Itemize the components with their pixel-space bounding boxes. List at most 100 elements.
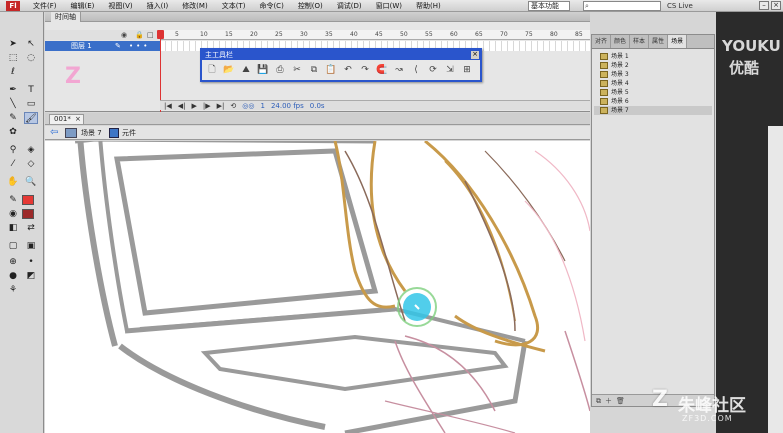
rectangle-tool-icon[interactable]: ▭ [24,98,38,110]
frame-rate[interactable]: 24.00 fps [271,102,304,110]
align-icon[interactable]: ⊞ [461,64,473,76]
playhead-handle[interactable] [157,30,164,39]
rotate-icon[interactable]: ⟳ [427,64,439,76]
main-toolbar-title[interactable]: 主工具栏 [202,50,480,60]
copy-icon[interactable]: ⧉ [308,64,320,76]
scene-list-item-selected[interactable]: 场景 7 [594,106,712,115]
play-icon[interactable]: ▶ [192,102,197,110]
duplicate-scene-icon[interactable]: ⧉ [596,395,601,406]
tab-align[interactable]: 对齐 [592,35,612,48]
prev-frame-icon[interactable]: ◀| [178,102,186,110]
document-tab-close-button[interactable]: × [75,115,81,124]
brush-shape-icon[interactable]: ● [6,270,20,282]
layer-state-dots[interactable]: ••• [129,41,150,51]
menu-file[interactable]: 文件(F) [26,0,64,12]
symbol-breadcrumb[interactable]: 元件 [122,127,136,139]
last-frame-icon[interactable]: ▶| [217,102,225,110]
document-tab-label[interactable]: 001* [54,115,71,123]
free-transform-tool-icon[interactable]: ⬚ [6,52,20,64]
paste-icon[interactable]: 📋 [325,64,337,76]
loop-icon[interactable]: ⟲ [230,102,236,110]
print-icon[interactable]: ⎙ [274,64,286,76]
scene-list-item[interactable]: 场景 2 [594,61,712,70]
tablet-pressure-icon[interactable]: ⚘ [6,284,20,296]
text-tool-icon[interactable]: T [24,84,38,96]
tab-color[interactable]: 颜色 [611,35,631,48]
add-scene-icon[interactable]: ＋ [605,395,612,406]
layer-row[interactable]: 图层 1 ✎ ••• [45,41,160,51]
help-search-input[interactable]: ⌕ [583,1,661,11]
lock-fill-icon[interactable]: ▣ [24,240,38,252]
tab-scene[interactable]: 场景 [668,35,688,48]
scene-list-item[interactable]: 场景 5 [594,88,712,97]
delete-scene-icon[interactable]: 🗑 [616,395,625,406]
pencil-tool-icon[interactable]: ✎ [6,112,20,124]
tab-properties[interactable]: 属性 [649,35,669,48]
stroke-color-swatch[interactable] [22,195,34,205]
black-white-icon[interactable]: ◧ [6,222,20,234]
object-drawing-icon[interactable]: ▢ [6,240,20,252]
scale-icon[interactable]: ⇲ [444,64,456,76]
menu-text[interactable]: 文本(T) [215,0,253,12]
menu-commands[interactable]: 命令(C) [252,0,290,12]
document-tab[interactable]: 001* × [49,114,84,125]
undo-icon[interactable]: ↶ [342,64,354,76]
menu-edit[interactable]: 编辑(E) [64,0,102,12]
line-tool-icon[interactable]: ╲ [6,98,20,110]
fill-color-swatch[interactable] [22,209,34,219]
outline-icon[interactable]: □ [147,30,154,40]
eyedropper-tool-icon[interactable]: ⁄ [6,158,20,170]
deco-tool-icon[interactable]: ✿ [6,126,20,138]
3d-rotation-tool-icon[interactable]: ◌ [24,52,38,64]
cut-icon[interactable]: ✂ [291,64,303,76]
lock-icon[interactable]: 🔒 [135,30,144,40]
minimize-button[interactable]: – [759,1,769,10]
redo-icon[interactable]: ↷ [359,64,371,76]
next-frame-icon[interactable]: |▶ [203,102,211,110]
bridge-icon[interactable]: ⛰ [240,64,252,76]
subselection-tool-icon[interactable]: ↖ [24,38,38,50]
scene-list-item[interactable]: 场景 3 [594,70,712,79]
eraser-tool-icon[interactable]: ◇ [24,158,38,170]
scene-list-item[interactable]: 场景 4 [594,79,712,88]
brush-mode-icon[interactable]: ◩ [24,270,38,282]
scene-list-item[interactable]: 场景 1 [594,52,712,61]
menu-help[interactable]: 帮助(H) [409,0,448,12]
save-icon[interactable]: 💾 [257,64,269,76]
tab-swatches[interactable]: 样本 [630,35,650,48]
current-frame[interactable]: 1 [260,102,264,110]
hand-tool-icon[interactable]: ✋ [6,176,20,188]
snap-icon[interactable]: ⊕ [6,256,20,268]
smooth-icon[interactable]: ↝ [393,64,405,76]
scene-list-item[interactable]: 场景 6 [594,97,712,106]
snap-magnet-icon[interactable]: 🧲 [376,64,388,76]
timeline-tab-label[interactable]: 时间轴 [51,12,81,22]
cs-live-button[interactable]: CS Live [667,0,693,12]
menu-window[interactable]: 窗口(W) [369,0,409,12]
layer-name[interactable]: 图层 1 [71,41,92,51]
menu-control[interactable]: 控制(O) [291,0,330,12]
main-toolbar-window[interactable]: 主工具栏 × 🗋 📂 ⛰ 💾 ⎙ ✂ ⧉ 📋 ↶ ↷ 🧲 ↝ ⟨ ⟳ ⇲ ⊞ [200,48,482,82]
menu-view[interactable]: 视图(V) [101,0,139,12]
onion-skin-icon[interactable]: ◎◎ [242,102,254,110]
main-toolbar-close-button[interactable]: × [471,51,479,59]
eye-icon[interactable]: ◉ [121,30,127,40]
stage-canvas[interactable] [45,141,590,433]
straighten-icon[interactable]: ⟨ [410,64,422,76]
menu-debug[interactable]: 调试(D) [330,0,369,12]
bone-tool-icon[interactable]: ⚲ [6,144,20,156]
menu-modify[interactable]: 修改(M) [175,0,215,12]
new-file-icon[interactable]: 🗋 [206,64,218,76]
frame-ruler[interactable]: 5 10 15 20 25 30 35 40 45 50 55 60 65 70… [160,30,590,40]
pen-tool-icon[interactable]: ✒ [6,84,20,96]
scene-breadcrumb[interactable]: 场景 7 [81,127,102,139]
selection-tool-icon[interactable]: ➤ [6,38,20,50]
brush-tool-icon[interactable]: 🖌 [24,112,38,124]
zoom-tool-icon[interactable]: 🔍 [24,176,38,188]
first-frame-icon[interactable]: |◀ [164,102,172,110]
workspace-select[interactable]: 基本功能 [528,1,570,11]
lasso-tool-icon[interactable]: ℓ [6,66,20,78]
swap-colors-icon[interactable]: ⇄ [24,222,38,234]
menu-insert[interactable]: 插入(I) [140,0,176,12]
brush-size-icon[interactable]: • [24,256,38,268]
